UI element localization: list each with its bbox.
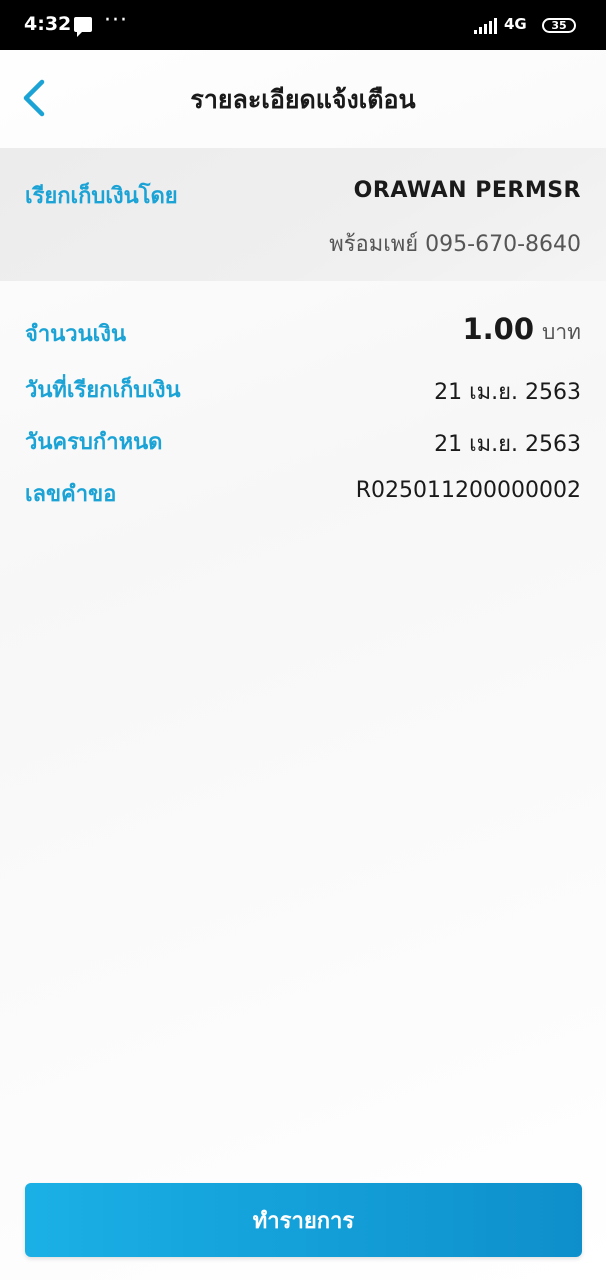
- request-date-label: วันที่เรียกเก็บเงิน: [25, 378, 181, 403]
- status-time: 4:32: [24, 13, 72, 35]
- amount-value: 1.00: [462, 312, 535, 346]
- page-title: รายละเอียดแจ้งเตือน: [190, 85, 416, 114]
- amount-unit: บาท: [542, 320, 581, 344]
- message-icon: [74, 17, 92, 37]
- requester-name: ORAWAN PERMSR: [353, 178, 581, 203]
- more-notifications-icon: ···: [104, 8, 128, 33]
- amount-value-row: 1.00 บาท: [462, 312, 581, 349]
- app-header: รายละเอียดแจ้งเตือน: [0, 50, 606, 148]
- requester-label: เรียกเก็บเงินโดย: [25, 184, 178, 209]
- due-date-value: 21 เม.ย. 2563: [434, 432, 581, 457]
- reference-label: เลขคำขอ: [25, 482, 117, 507]
- network-type: 4G: [504, 15, 527, 33]
- signal-icon: [474, 18, 498, 34]
- reference-value: R025011200000002: [355, 478, 581, 503]
- amount-label: จำนวนเงิน: [25, 322, 126, 347]
- battery-icon: 35: [542, 18, 576, 33]
- requester-section: เรียกเก็บเงินโดย ORAWAN PERMSR พร้อมเพย์…: [0, 148, 606, 281]
- requester-promptpay: พร้อมเพย์ 095-670-8640: [329, 232, 581, 257]
- due-date-label: วันครบกำหนด: [25, 430, 163, 455]
- request-date-value: 21 เม.ย. 2563: [434, 380, 581, 405]
- proceed-button[interactable]: ทำรายการ: [25, 1183, 582, 1257]
- status-bar: 4:32 ··· 4G 35: [0, 0, 606, 50]
